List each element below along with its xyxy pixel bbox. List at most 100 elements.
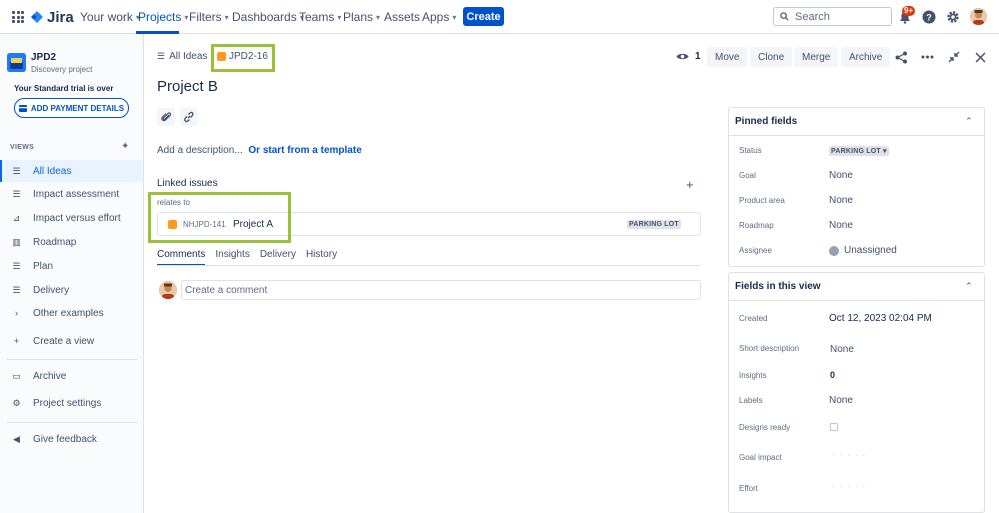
nav-dashboards[interactable]: Dashboards ▾ [232, 10, 304, 24]
status-dropdown[interactable]: PARKING LOT ▾ [829, 146, 889, 156]
clone-button[interactable]: Clone [750, 47, 793, 67]
app-switcher-icon[interactable] [12, 11, 24, 23]
assignee-value[interactable]: Unassigned [844, 245, 897, 256]
labels-value[interactable]: None [829, 395, 853, 406]
sidebar-item-roadmap[interactable]: ▥ Roadmap [0, 231, 143, 253]
avatar [159, 281, 177, 299]
nav-teams[interactable]: Teams ▾ [299, 10, 341, 24]
project-name[interactable]: JPD2 [31, 52, 56, 63]
highlight-box [148, 192, 291, 243]
effort-rating[interactable]: ····· [832, 482, 870, 491]
chevron-down-icon: ▾ [452, 12, 457, 22]
gear-icon: ⚙ [12, 397, 21, 408]
payment-button-label: ADD PAYMENT DETAILS [30, 103, 125, 113]
search-box[interactable] [773, 7, 892, 26]
comment-placeholder: Create a comment [185, 284, 268, 296]
sidebar-item-impact-assessment[interactable]: ☰ Impact assessment [0, 183, 143, 205]
nav-projects[interactable]: Projects ▾ [138, 10, 188, 24]
list-icon: ☰ [157, 51, 166, 61]
user-avatar[interactable] [970, 8, 987, 25]
help-icon[interactable]: ? [921, 9, 937, 25]
list-icon: ☰ [12, 284, 21, 295]
nav-filters[interactable]: Filters ▾ [189, 10, 229, 24]
sidebar-item-delivery[interactable]: ☰ Delivery [0, 279, 143, 301]
chevron-right-icon: › [15, 308, 18, 318]
sidebar-item-project-settings[interactable]: ⚙ Project settings [0, 392, 143, 414]
move-button[interactable]: Move [707, 47, 748, 67]
sidebar-item-label: Roadmap [33, 236, 77, 248]
template-link[interactable]: Or start from a template [248, 145, 361, 156]
nav-label: Assets [384, 10, 421, 24]
matrix-icon: ⊿ [12, 212, 21, 223]
watch-button[interactable]: 1 [676, 51, 701, 62]
sidebar-divider [7, 422, 137, 423]
project-avatar-icon[interactable] [7, 53, 26, 72]
description-area[interactable]: Add a description... Or start from a tem… [157, 145, 362, 156]
short-description-value[interactable]: None [830, 344, 854, 355]
description-prompt[interactable]: Add a description... [157, 145, 243, 156]
tabs-divider [157, 265, 701, 266]
sidebar-item-all-ideas[interactable]: ☰ All Ideas [0, 160, 143, 182]
nav-plans[interactable]: Plans ▾ [343, 10, 380, 24]
search-input[interactable] [795, 10, 885, 23]
chevron-up-icon[interactable]: ⌃ [965, 281, 973, 292]
sidebar-item-archive[interactable]: ▭ Archive [0, 365, 143, 387]
sidebar-item-label: Plan [33, 260, 54, 272]
pinned-fields-header[interactable]: Pinned fields [735, 116, 797, 127]
roadmap-value[interactable]: None [829, 220, 853, 231]
page-title[interactable]: Project B [157, 78, 218, 95]
nav-label: Teams [299, 10, 335, 24]
eye-icon [676, 53, 689, 60]
archive-icon: ▭ [12, 370, 21, 381]
add-link-icon[interactable]: + [686, 177, 694, 192]
svg-text:?: ? [926, 13, 932, 23]
tab-history[interactable]: History [306, 249, 337, 266]
minimize-icon[interactable] [946, 49, 962, 65]
merge-button[interactable]: Merge [794, 47, 839, 67]
tab-comments[interactable]: Comments [157, 249, 206, 266]
nav-label: Apps [422, 10, 450, 24]
link-icon[interactable] [180, 108, 198, 126]
settings-gear-icon[interactable] [945, 9, 961, 25]
comment-input[interactable]: Create a comment [181, 280, 701, 300]
goal-impact-rating[interactable]: ····· [832, 451, 870, 460]
sidebar-item-other-examples[interactable]: › Other examples [0, 302, 143, 324]
megaphone-icon: ◀ [13, 433, 20, 444]
list-icon: ☰ [12, 165, 21, 176]
sidebar-item-plan[interactable]: ☰ Plan [0, 255, 143, 277]
product-area-value[interactable]: None [829, 195, 853, 206]
jira-logo[interactable]: Jira [31, 9, 74, 26]
pinned-fields-panel [728, 107, 985, 267]
create-view-button[interactable]: + Create a view [0, 330, 143, 352]
designs-ready-checkbox[interactable] [830, 423, 838, 431]
sidebar-item-label: Create a view [33, 335, 95, 347]
watchers-count: 1 [695, 51, 701, 62]
nav-apps[interactable]: Apps ▾ [422, 10, 456, 24]
give-feedback-button[interactable]: ◀ Give feedback [0, 428, 143, 450]
nav-assets[interactable]: Assets [384, 10, 420, 24]
create-button[interactable]: Create [463, 7, 504, 26]
chevron-up-icon[interactable]: ⌃ [965, 116, 973, 127]
sidebar-item-impact-versus-effort[interactable]: ⊿ Impact versus effort [0, 207, 143, 229]
breadcrumb-issue-key[interactable]: JPD2-16 [217, 51, 268, 62]
view-fields-header[interactable]: Fields in this view [735, 281, 821, 292]
add-view-icon[interactable]: ✦ [121, 141, 129, 152]
views-section-label: VIEWS [10, 144, 35, 151]
nav-your-work[interactable]: Your work ▾ [80, 10, 140, 24]
sidebar-item-label: Give feedback [33, 433, 97, 445]
tab-insights[interactable]: Insights [215, 249, 249, 266]
share-icon[interactable] [893, 49, 909, 65]
tab-delivery[interactable]: Delivery [260, 249, 296, 266]
sidebar-item-label: Project settings [33, 397, 102, 409]
close-icon[interactable] [972, 49, 988, 65]
breadcrumb-all-ideas[interactable]: ☰ All Ideas [157, 51, 207, 62]
idea-type-icon [217, 52, 226, 61]
add-payment-button[interactable]: ADD PAYMENT DETAILS [14, 98, 129, 118]
list-icon: ☰ [12, 188, 21, 199]
goal-value[interactable]: None [829, 170, 853, 181]
more-options-icon[interactable] [919, 49, 935, 65]
sidebar-item-label: Impact versus effort [33, 212, 121, 224]
attachment-icon[interactable] [157, 108, 175, 126]
insights-value[interactable]: 0 [830, 370, 835, 380]
archive-button[interactable]: Archive [841, 47, 891, 67]
